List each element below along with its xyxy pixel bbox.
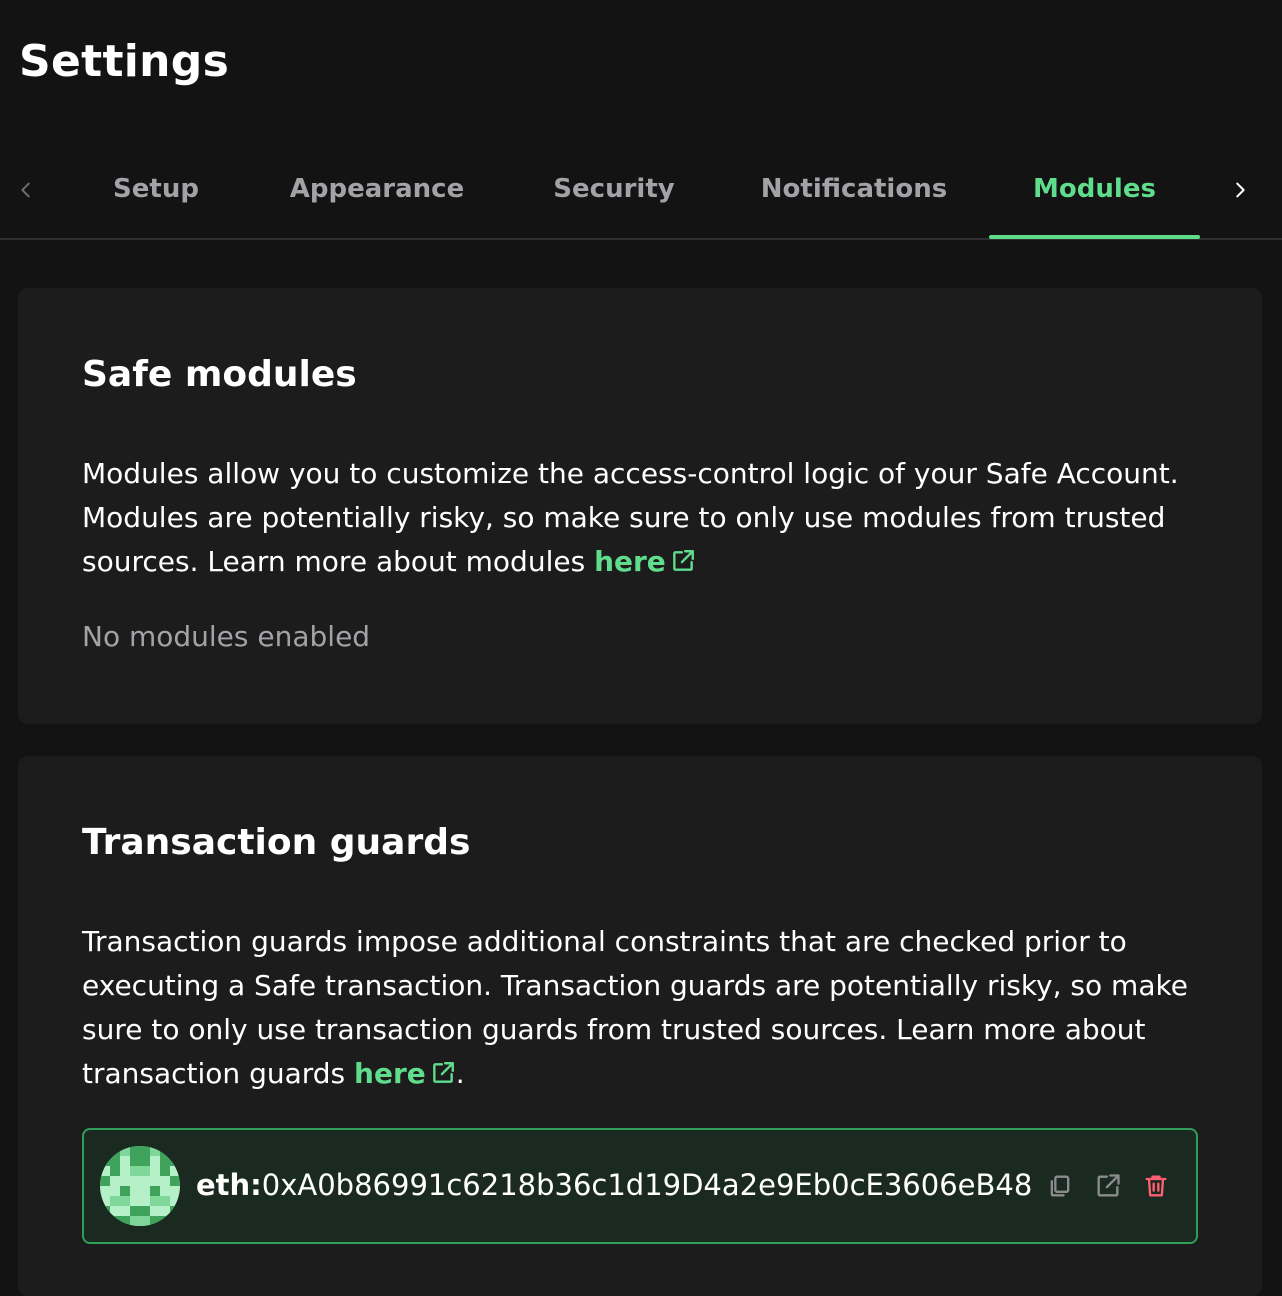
open-explorer-button[interactable] [1092, 1170, 1124, 1202]
chevron-right-icon [1236, 182, 1245, 198]
external-link-icon [432, 1062, 454, 1083]
tab-label: Modules [1033, 174, 1156, 204]
chain-prefix: eth: [196, 1168, 262, 1202]
settings-tabs: Setup Appearance Security Notifications … [0, 140, 1282, 240]
modules-learn-more-link[interactable]: here [594, 545, 696, 578]
chevron-left-icon [21, 182, 30, 198]
guard-address: eth:0xA0b86991c6218b36c1d19D4a2e9Eb0cE36… [196, 1168, 1032, 1202]
tab-setup[interactable]: Setup [80, 140, 232, 238]
tab-appearance[interactable]: Appearance [270, 140, 484, 238]
external-link-icon [1097, 1174, 1120, 1197]
avatar [100, 1146, 180, 1226]
tab-notifications[interactable]: Notifications [748, 140, 960, 238]
tabs-scroll-right-button[interactable] [1220, 170, 1260, 210]
transaction-guards-description: Transaction guards impose additional con… [82, 920, 1212, 1096]
tab-label: Security [553, 174, 675, 204]
identicon [100, 1146, 180, 1226]
tab-label: Setup [113, 174, 199, 204]
tab-modules[interactable]: Modules [989, 140, 1200, 239]
tab-security[interactable]: Security [530, 140, 698, 238]
link-label: here [594, 545, 666, 578]
copy-icon [1050, 1175, 1070, 1197]
address-value: 0xA0b86991c6218b36c1d19D4a2e9Eb0cE3606eB… [261, 1168, 1033, 1202]
safe-modules-card: Safe modules Modules allow you to custom… [18, 288, 1262, 724]
transaction-guards-title: Transaction guards [82, 822, 471, 863]
guards-learn-more-link[interactable]: here [354, 1057, 456, 1090]
transaction-guards-card: Transaction guards Transaction guards im… [18, 756, 1262, 1296]
safe-modules-title: Safe modules [82, 354, 357, 395]
link-label: here [354, 1057, 426, 1090]
delete-guard-button[interactable] [1140, 1170, 1172, 1202]
transaction-guards-description-text: Transaction guards impose additional con… [82, 925, 1188, 1090]
guard-address-row: eth:0xA0b86991c6218b36c1d19D4a2e9Eb0cE36… [82, 1128, 1198, 1244]
tab-label: Appearance [289, 174, 465, 204]
copy-address-button[interactable] [1044, 1170, 1076, 1202]
tab-label: Notifications [760, 174, 948, 204]
tabs-scroll-left-button[interactable] [6, 170, 46, 210]
external-link-icon [672, 550, 694, 571]
trash-icon [1145, 1175, 1167, 1197]
safe-modules-description: Modules allow you to customize the acces… [82, 452, 1212, 584]
page-title: Settings [19, 36, 230, 87]
trailing-period: . [455, 1057, 465, 1090]
no-modules-message: No modules enabled [82, 620, 371, 653]
